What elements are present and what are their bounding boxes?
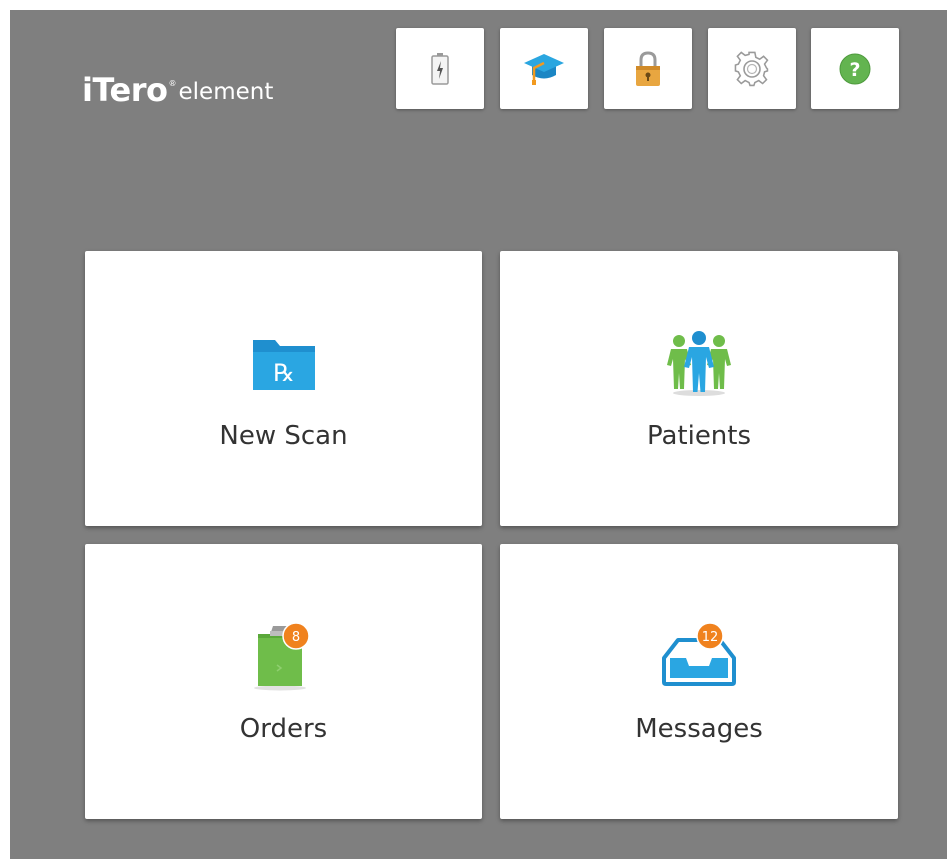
rx-glyph: ℞ [273, 359, 295, 387]
battery-icon [431, 52, 449, 85]
settings-button[interactable] [708, 28, 796, 109]
new-scan-tile[interactable]: ℞ New Scan [85, 251, 482, 526]
help-icon: ? [839, 53, 871, 84]
patients-label: Patients [646, 421, 752, 451]
new-scan-label: New Scan [219, 421, 348, 451]
lock-button[interactable] [604, 28, 692, 109]
battery-button[interactable] [396, 28, 484, 109]
graduation-cap-icon [524, 53, 564, 85]
orders-label: Orders [239, 714, 328, 744]
help-glyph: ? [849, 59, 860, 81]
messages-tile[interactable]: 12 Messages [500, 544, 898, 819]
patients-icon [654, 323, 744, 403]
itero-element-logo: iTero ® element [82, 56, 273, 106]
help-button[interactable]: ? [811, 28, 899, 109]
lock-icon [636, 50, 660, 86]
messages-label: Messages [635, 714, 763, 744]
rx-folder-icon: ℞ [239, 323, 329, 403]
training-button[interactable] [500, 28, 588, 109]
home-screen: iTero ® element ? ℞ New Scan Patients 8 … [10, 10, 947, 859]
orders-tile[interactable]: 8 Orders [85, 544, 482, 819]
patients-tile[interactable]: Patients [500, 251, 898, 526]
messages-badge: 12 [702, 630, 719, 645]
logo-registered-mark: ® [168, 79, 177, 88]
orders-clipboard-icon: 8 [239, 616, 329, 696]
logo-subtitle: element [178, 79, 274, 105]
inbox-tray-icon: 12 [654, 616, 744, 696]
logo-brand: iTero [82, 71, 168, 109]
gear-icon [734, 50, 769, 86]
orders-badge: 8 [291, 630, 299, 645]
